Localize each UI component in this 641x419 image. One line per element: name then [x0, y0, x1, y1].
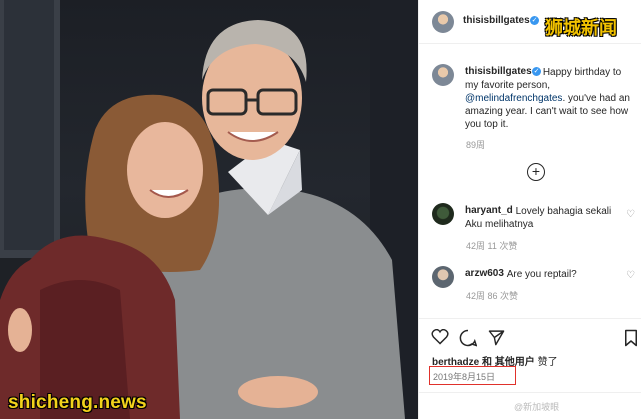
post-detail-panel: thisisbillgates ✓ · 关注 狮城新闻 thisisbillga…	[418, 0, 641, 419]
divider	[419, 392, 641, 393]
comment-avatar[interactable]	[432, 203, 454, 225]
comment-text: arzw603 Are you reptail?	[506, 269, 577, 280]
watermark-shicheng-news: shicheng.news	[8, 392, 147, 413]
comment-like-heart-icon[interactable]: ♡	[626, 270, 635, 281]
caption-mention-link[interactable]: @melindafrenchgates	[465, 93, 562, 104]
comment-icon[interactable]	[459, 329, 477, 347]
comment-avatar[interactable]	[432, 266, 454, 288]
post-photo: shicheng.news	[0, 0, 418, 419]
avatar[interactable]	[432, 11, 454, 33]
comment-meta: 42周 86 次赞	[466, 291, 519, 301]
share-icon[interactable]	[488, 329, 505, 346]
post-header: thisisbillgates ✓ · 关注 狮城新闻	[419, 0, 641, 44]
caption-body-start: Happy birthday to my favorite person,	[465, 67, 622, 91]
bookmark-icon[interactable]	[624, 329, 638, 347]
couple-photo-illustration	[0, 0, 418, 419]
heart-icon[interactable]	[431, 329, 449, 345]
caption-timestamp: 89周	[466, 140, 486, 150]
post-date: 2019年8月15日	[429, 366, 516, 385]
comment-meta: 42周 11 次赞	[466, 241, 518, 251]
watermark-shicheng-xinwen: 狮城新闻	[545, 18, 617, 38]
verified-badge-icon: ✓	[530, 16, 539, 25]
caption-avatar[interactable]	[432, 64, 454, 86]
caption-text: thisisbillgates Happy birthday to my fav…	[465, 66, 633, 131]
comment-item: arzw603 arzw603 Are you reptail? 42周 86 …	[419, 266, 641, 316]
plus-circle-icon[interactable]: +	[527, 163, 545, 181]
header-username[interactable]: thisisbillgates	[463, 15, 530, 26]
comment-like-heart-icon[interactable]: ♡	[626, 209, 635, 220]
comment-item: haryant_d haryant_d Lovely bahagia sekal…	[419, 203, 641, 253]
action-bar	[419, 318, 641, 348]
comment-text: haryant_d Lovely bahagia sekali Aku meli…	[465, 206, 612, 230]
watermark-weibo: @新加坡眼	[514, 402, 560, 412]
